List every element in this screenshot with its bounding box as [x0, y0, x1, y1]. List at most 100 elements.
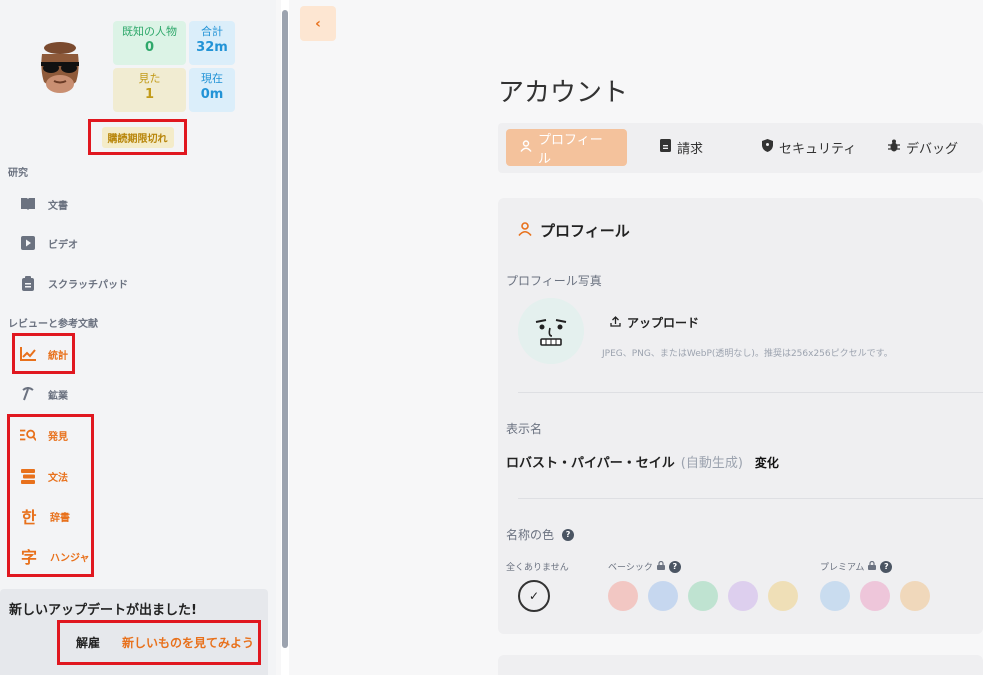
- display-name-row: ロバスト・パイパー・セイル (自動生成) 変化: [506, 452, 779, 471]
- divider: [518, 392, 983, 393]
- tab-security[interactable]: セキュリティ: [762, 129, 856, 166]
- help-icon[interactable]: ?: [668, 560, 681, 573]
- color-premium-label: プレミアム ?: [820, 560, 893, 573]
- sidebar-item-dictionary[interactable]: 한 辞書: [20, 505, 70, 527]
- color-swatch-basic[interactable]: [688, 581, 718, 611]
- profile-picture[interactable]: [518, 298, 584, 364]
- hanja-icon: 字: [20, 548, 37, 567]
- current-time-stat: 現在 0m: [189, 68, 235, 112]
- sidebar-item-label: ハンジャ: [50, 552, 90, 564]
- sidebar-item-label: 発見: [48, 431, 68, 443]
- whats-new-button[interactable]: 新しいものを見てみよう: [122, 634, 254, 651]
- profile-heading: プロフィール: [518, 220, 630, 241]
- color-basic-label: ベーシック ?: [608, 560, 681, 573]
- help-icon[interactable]: ?: [562, 528, 575, 541]
- dismiss-button[interactable]: 解雇: [76, 634, 100, 651]
- sidebar-item-stats[interactable]: 統計: [20, 343, 68, 365]
- user-icon: [520, 139, 532, 156]
- pickaxe-icon: [20, 386, 36, 402]
- profile-heading-text: プロフィール: [540, 222, 630, 240]
- user-icon: [518, 221, 532, 240]
- search-list-icon: [20, 427, 36, 443]
- help-icon[interactable]: ?: [880, 560, 893, 573]
- collapse-sidebar-button[interactable]: ‹: [300, 6, 336, 41]
- name-color-label-text: 名称の色: [506, 528, 555, 542]
- display-name-label: 表示名: [506, 422, 543, 436]
- chevron-left-icon: ‹: [315, 15, 321, 32]
- clipboard-icon: [20, 275, 36, 291]
- color-premium-label-text: プレミアム: [820, 563, 865, 573]
- sidebar-item-label: ビデオ: [48, 239, 78, 251]
- sidebar-item-label: 文法: [48, 472, 68, 484]
- color-swatch-premium[interactable]: [820, 581, 850, 611]
- known-people-stat: 既知の人物 0: [113, 21, 186, 65]
- color-swatch-basic[interactable]: [728, 581, 758, 611]
- seen-stat: 見た 1: [113, 68, 186, 112]
- update-title: 新しいアップデートが出ました!: [9, 603, 197, 618]
- sidebar-item-video[interactable]: ビデオ: [20, 232, 78, 254]
- tab-label: セキュリティ: [779, 142, 857, 157]
- total-time-value: 32m: [196, 40, 228, 55]
- book-icon: [20, 196, 36, 212]
- sidebar-item-label: 鉱業: [48, 390, 68, 402]
- name-color-label: 名称の色 ?: [506, 526, 575, 543]
- sidebar-item-hanja[interactable]: 字 ハンジャ: [20, 545, 90, 567]
- color-basic-label-text: ベーシック: [608, 563, 653, 573]
- sidebar-item-label: 統計: [48, 350, 68, 362]
- sidebar-scrollbar-thumb[interactable]: [282, 10, 288, 648]
- total-time-stat: 合計 32m: [189, 21, 235, 65]
- display-name-auto-tag: (自動生成): [680, 456, 743, 471]
- seen-label: 見た: [138, 72, 161, 85]
- main-content: ‹ アカウント プロフィール 請求 セキュリティ デバッグ プロフィール プロフ…: [290, 0, 983, 675]
- tab-profile[interactable]: プロフィール: [506, 129, 627, 167]
- upload-hint: JPEG、PNG、またはWebP(透明なし)。推奨は256x256ピクセルです。: [602, 349, 893, 359]
- check-icon: ✓: [528, 589, 540, 603]
- account-tabs: プロフィール 請求 セキュリティ デバッグ: [498, 123, 983, 173]
- sidebar-item-grammar[interactable]: 文法: [20, 465, 68, 487]
- tab-label: プロフィール: [538, 132, 603, 167]
- sidebar-item-discover[interactable]: 発見: [20, 424, 68, 446]
- play-icon: [20, 235, 36, 251]
- sidebar-item-documents[interactable]: 文書: [20, 193, 68, 215]
- tab-debug[interactable]: デバッグ: [888, 129, 958, 166]
- avatar[interactable]: [32, 40, 88, 96]
- subscription-expired-highlight: 購読期限切れ: [88, 119, 187, 155]
- total-time-label: 合計: [201, 25, 223, 38]
- seen-value: 1: [144, 87, 155, 102]
- current-time-label: 現在: [201, 72, 223, 85]
- lock-icon: [868, 560, 877, 573]
- current-time-value: 0m: [200, 87, 224, 102]
- sidebar-item-mining[interactable]: 鉱業: [20, 383, 68, 405]
- color-swatch-basic[interactable]: [648, 581, 678, 611]
- profile-photo-label: プロフィール写真: [506, 274, 602, 288]
- subscription-expired-badge[interactable]: 購読期限切れ: [101, 126, 174, 148]
- sidebar: 既知の人物 0 合計 32m 見た 1 現在 0m 購読期限切れ 研究 文書 ビ…: [0, 0, 276, 675]
- tab-label: 請求: [677, 142, 704, 157]
- tab-label: デバッグ: [906, 142, 959, 157]
- tab-billing[interactable]: 請求: [660, 129, 703, 166]
- divider: [518, 498, 983, 499]
- color-swatch-basic[interactable]: [608, 581, 638, 611]
- sidebar-item-label: 辞書: [50, 512, 70, 524]
- display-name-value: ロバスト・パイパー・セイル: [506, 456, 675, 471]
- change-display-name-button[interactable]: 変化: [755, 454, 779, 471]
- color-swatch-premium[interactable]: [860, 581, 890, 611]
- update-buttons-highlight: 解雇 新しいものを見てみよう: [57, 620, 261, 665]
- sidebar-item-scratchpad[interactable]: スクラッチパッド: [20, 272, 128, 294]
- hangul-icon: 한: [21, 508, 37, 527]
- known-people-label: 既知の人物: [122, 25, 177, 38]
- color-swatch-basic[interactable]: [768, 581, 798, 611]
- bug-icon: [888, 139, 900, 156]
- sidebar-item-label: 文書: [48, 200, 68, 212]
- color-swatch-premium[interactable]: [900, 581, 930, 611]
- color-none-label: 全くありません: [506, 563, 569, 573]
- upload-label: アップロード: [627, 316, 700, 330]
- line-chart-icon: [20, 346, 36, 362]
- upload-icon: [610, 315, 621, 330]
- profile-card: プロフィール プロフィール写真 アップロード JPEG、PNG、またはWebP(…: [498, 198, 983, 634]
- section-study: 研究: [8, 168, 28, 179]
- upload-button[interactable]: アップロード: [610, 314, 699, 331]
- lock-icon: [656, 560, 665, 573]
- color-swatch-none-selected[interactable]: ✓: [518, 580, 550, 612]
- known-people-value: 0: [144, 40, 155, 55]
